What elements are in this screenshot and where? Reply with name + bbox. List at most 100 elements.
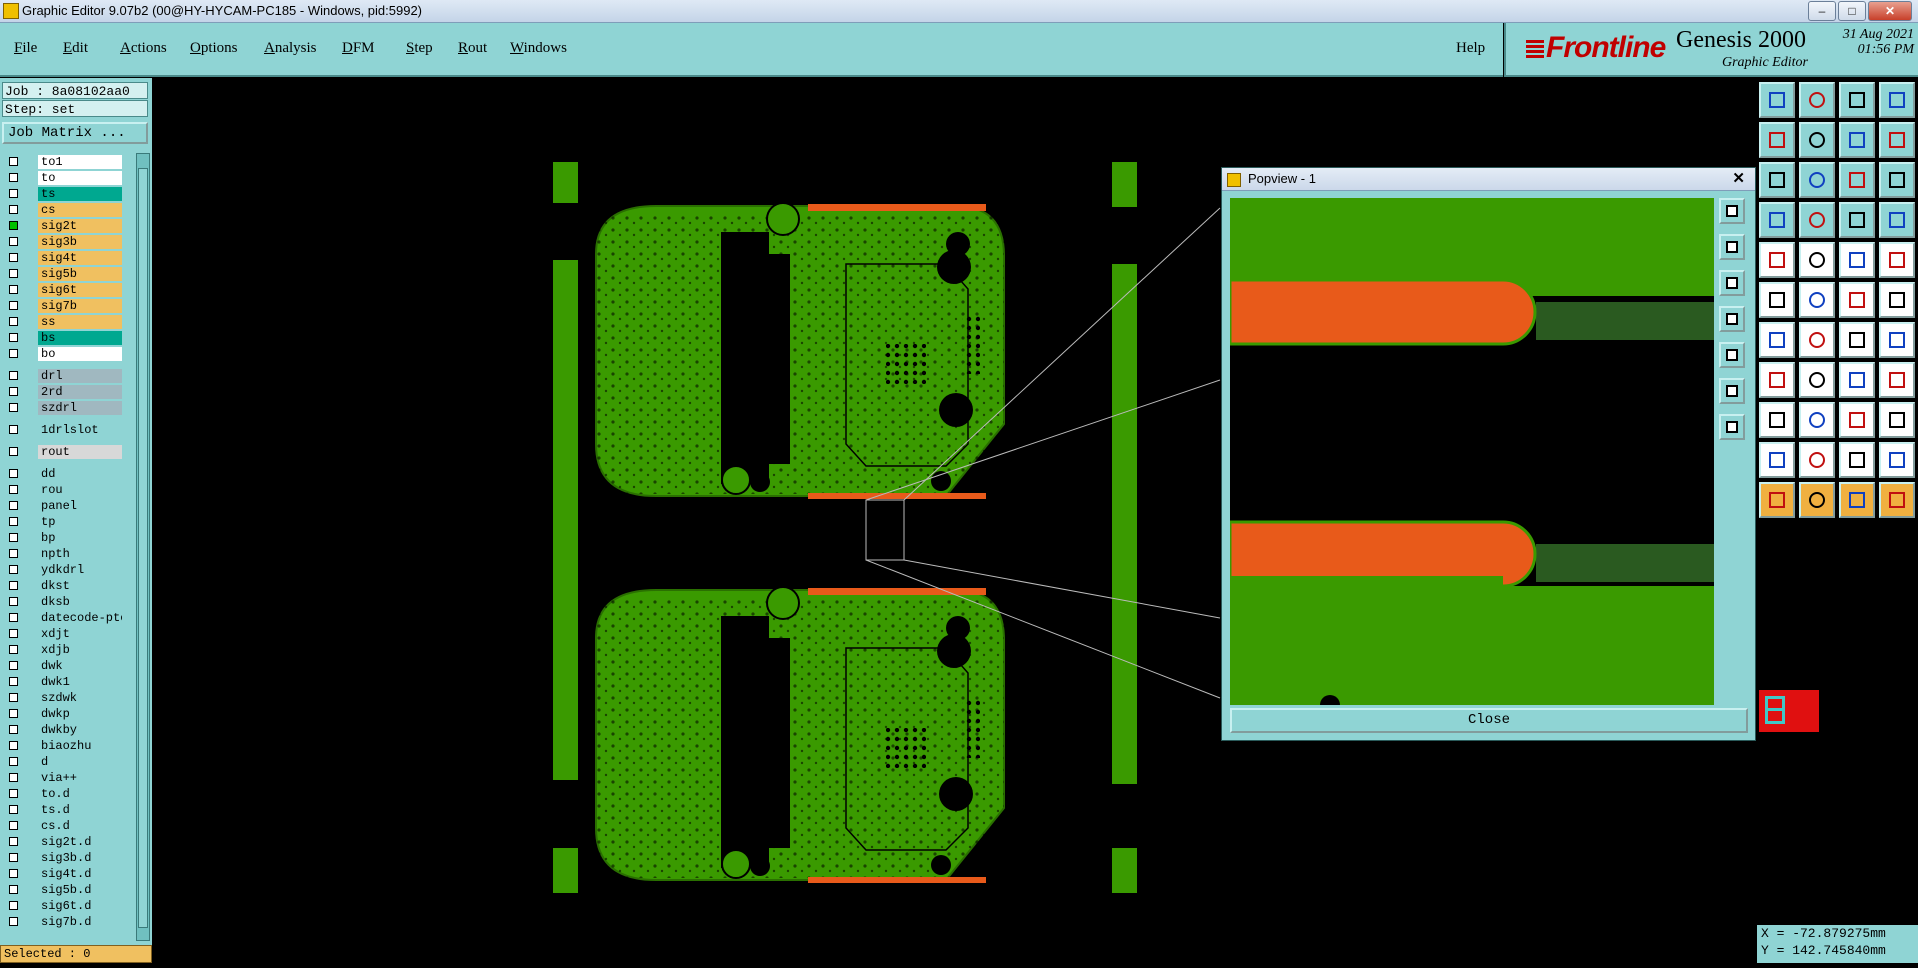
popview-titlebar[interactable]: Popview - 1 ✕ [1222, 168, 1755, 191]
layer-row[interactable]: to [2, 171, 134, 185]
tool-button-19[interactable] [1839, 242, 1875, 278]
layer-checkbox[interactable] [9, 821, 18, 830]
tool-button-17[interactable] [1759, 242, 1795, 278]
tool-button-34[interactable] [1799, 402, 1835, 438]
maximize-button[interactable]: □ [1838, 1, 1866, 21]
layer-row[interactable]: dd [2, 467, 134, 481]
layer-checkbox[interactable] [9, 425, 18, 434]
popview-tool-5[interactable] [1719, 342, 1745, 368]
layer-name[interactable]: d [38, 755, 122, 769]
layer-checkbox[interactable] [9, 741, 18, 750]
layer-checkbox[interactable] [9, 349, 18, 358]
layer-row[interactable]: cs.d [2, 819, 134, 833]
layer-checkbox[interactable] [9, 901, 18, 910]
menu-options[interactable]: Options [190, 40, 238, 57]
layer-row[interactable]: dwk [2, 659, 134, 673]
layer-checkbox[interactable] [9, 317, 18, 326]
layer-scrollbar[interactable] [136, 153, 150, 941]
layer-row[interactable]: cs [2, 203, 134, 217]
layer-checkbox[interactable] [9, 709, 18, 718]
tool-button-44[interactable] [1879, 482, 1915, 518]
layer-name[interactable]: sig6t.d [38, 899, 122, 913]
layer-checkbox[interactable] [9, 629, 18, 638]
layer-name[interactable]: rou [38, 483, 122, 497]
layer-name[interactable]: panel [38, 499, 122, 513]
layer-name[interactable]: szdwk [38, 691, 122, 705]
tool-button-29[interactable] [1759, 362, 1795, 398]
menu-file[interactable]: File [14, 40, 37, 57]
layer-row[interactable]: to1 [2, 155, 134, 169]
layer-name[interactable]: dwkby [38, 723, 122, 737]
layer-checkbox[interactable] [9, 661, 18, 670]
layer-checkbox[interactable] [9, 805, 18, 814]
tool-button-24[interactable] [1879, 282, 1915, 318]
menu-analysis[interactable]: Analysis [264, 40, 317, 57]
tool-button-11[interactable] [1839, 162, 1875, 198]
layer-row[interactable]: sig7b [2, 299, 134, 313]
layer-checkbox[interactable] [9, 333, 18, 342]
layer-name[interactable]: ts [38, 187, 122, 201]
layer-checkbox[interactable] [9, 501, 18, 510]
layer-row[interactable]: bp [2, 531, 134, 545]
layer-row[interactable]: tp [2, 515, 134, 529]
minimize-button[interactable]: – [1808, 1, 1836, 21]
tool-button-4[interactable] [1879, 82, 1915, 118]
layer-row[interactable]: dkst [2, 579, 134, 593]
close-window-button[interactable]: ✕ [1868, 1, 1912, 21]
layer-row[interactable]: via++ [2, 771, 134, 785]
layer-name[interactable]: rout [38, 445, 122, 459]
layer-checkbox[interactable] [9, 581, 18, 590]
layer-name[interactable]: dwkp [38, 707, 122, 721]
layer-name[interactable]: sig5b.d [38, 883, 122, 897]
layer-checkbox[interactable] [9, 517, 18, 526]
tool-button-39[interactable] [1839, 442, 1875, 478]
tool-button-9[interactable] [1759, 162, 1795, 198]
tool-button-16[interactable] [1879, 202, 1915, 238]
popview-tool-7[interactable] [1719, 414, 1745, 440]
layer-row[interactable]: sig4t [2, 251, 134, 265]
tool-button-1[interactable] [1759, 82, 1795, 118]
layer-row[interactable]: 2rd [2, 385, 134, 399]
layer-checkbox[interactable] [9, 403, 18, 412]
layer-name[interactable]: dwk [38, 659, 122, 673]
layer-name[interactable]: bp [38, 531, 122, 545]
layer-checkbox[interactable] [9, 205, 18, 214]
layer-checkbox[interactable] [9, 597, 18, 606]
layer-checkbox[interactable] [9, 301, 18, 310]
layer-row[interactable]: sig4t.d [2, 867, 134, 881]
layer-checkbox[interactable] [9, 285, 18, 294]
layer-row[interactable]: sig5b.d [2, 883, 134, 897]
layer-row[interactable]: dksb [2, 595, 134, 609]
layer-name[interactable]: dwk1 [38, 675, 122, 689]
layer-name[interactable]: to1 [38, 155, 122, 169]
tool-button-40[interactable] [1879, 442, 1915, 478]
layer-name[interactable]: sig6t [38, 283, 122, 297]
layer-row[interactable]: to.d [2, 787, 134, 801]
layer-name[interactable]: ydkdrl [38, 563, 122, 577]
tool-button-18[interactable] [1799, 242, 1835, 278]
layer-name[interactable]: biaozhu [38, 739, 122, 753]
tool-button-10[interactable] [1799, 162, 1835, 198]
tool-button-13[interactable] [1759, 202, 1795, 238]
layer-row[interactable]: sig2t.d [2, 835, 134, 849]
tool-button-43[interactable] [1839, 482, 1875, 518]
layer-name[interactable]: szdrl [38, 401, 122, 415]
layer-row[interactable]: sig3b [2, 235, 134, 249]
layer-name[interactable]: ss [38, 315, 122, 329]
layer-row[interactable]: xdjt [2, 627, 134, 641]
tool-button-30[interactable] [1799, 362, 1835, 398]
layer-row[interactable]: sig6t [2, 283, 134, 297]
tool-button-38[interactable] [1799, 442, 1835, 478]
layer-row[interactable]: drl [2, 369, 134, 383]
layer-name[interactable]: dd [38, 467, 122, 481]
tool-button-23[interactable] [1839, 282, 1875, 318]
layer-checkbox[interactable] [9, 387, 18, 396]
layer-row[interactable]: rou [2, 483, 134, 497]
layer-checkbox[interactable] [9, 773, 18, 782]
layer-name[interactable]: 2rd [38, 385, 122, 399]
tool-button-37[interactable] [1759, 442, 1795, 478]
layer-row[interactable]: sig2t [2, 219, 134, 233]
layer-row[interactable]: ts.d [2, 803, 134, 817]
layer-name[interactable]: bs [38, 331, 122, 345]
layer-row[interactable]: biaozhu [2, 739, 134, 753]
